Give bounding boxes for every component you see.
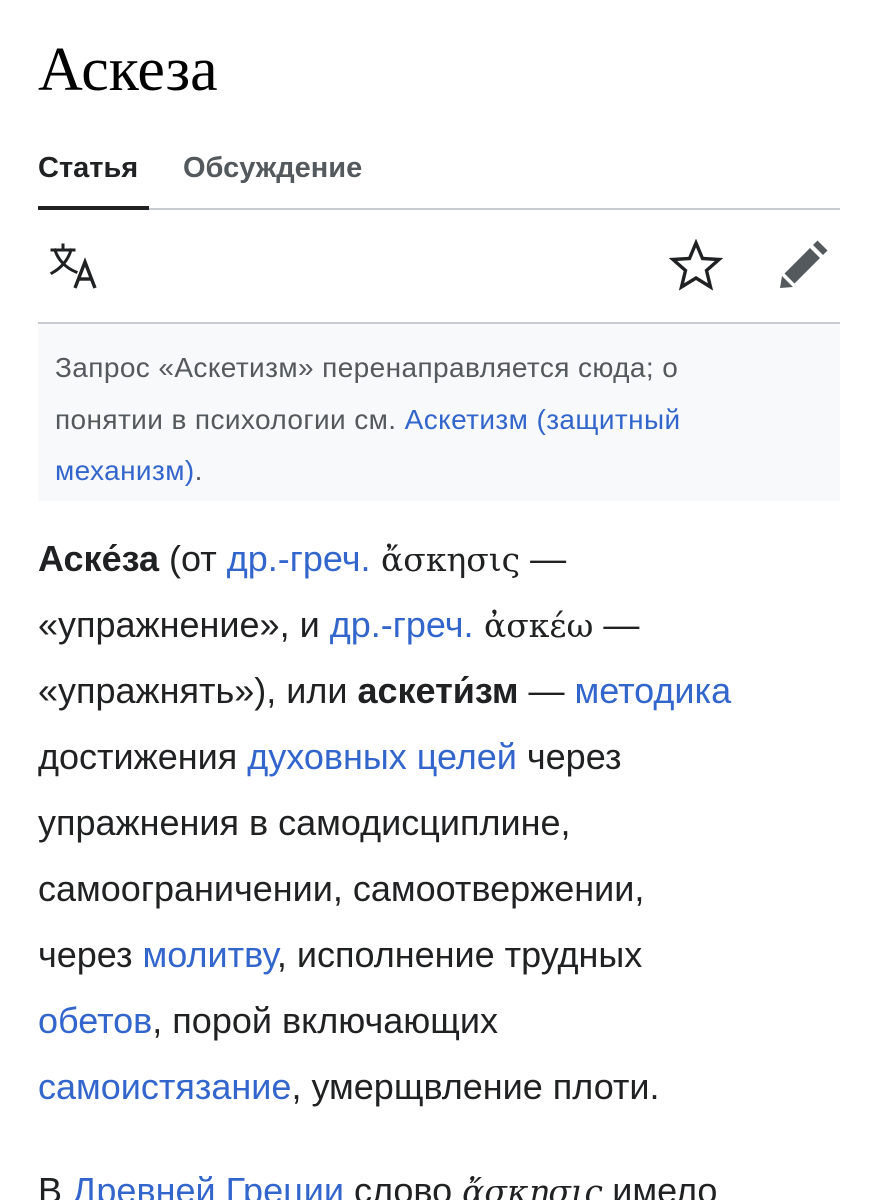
hatnote-line: понятии в психологии см. Аскетизм (защит… — [55, 394, 824, 446]
article-second-paragraph: В Древней Греции слово ἄσκησις имело — [38, 1158, 840, 1200]
text: «упражнять»), или — [38, 670, 358, 711]
greek-word: ἄσκησις — [462, 1172, 603, 1200]
hatnote-period: . — [194, 455, 203, 486]
paragraph-line: «упражнение», и др.-греч. ἀσκέω — — [38, 592, 840, 658]
text: через — [38, 934, 143, 975]
star-icon — [669, 239, 723, 291]
language-icon — [49, 243, 97, 289]
tab-article[interactable]: Статья — [38, 146, 149, 210]
tab-talk[interactable]: Обсуждение — [183, 146, 362, 208]
link-prayer[interactable]: молитву — [143, 934, 277, 975]
link-ancient-greek[interactable]: др.-греч. — [227, 538, 371, 579]
text: — — [518, 670, 575, 711]
article-lead-paragraph: Аске́за (от др.-греч. ἄσκησις — «упражне… — [38, 526, 840, 1120]
language-button[interactable] — [46, 238, 102, 294]
text: «упражнение», и — [38, 604, 330, 645]
page-title: Аскеза — [38, 36, 218, 104]
text: имело — [602, 1170, 718, 1200]
text: (от — [159, 538, 227, 579]
text: через — [516, 736, 622, 777]
term-askeza: Аске́за — [38, 538, 160, 579]
greek-word: ἄσκησις — [370, 540, 521, 579]
greek-word: ἀσκέω — [473, 606, 594, 645]
hatnote-line: Запрос «Аскетизм» перенаправляется сюда;… — [55, 352, 679, 383]
link-spiritual-goals[interactable]: духовных целей — [247, 736, 517, 777]
page-actions-toolbar — [38, 210, 840, 324]
pencil-icon — [780, 240, 828, 288]
link-vows[interactable]: обетов — [38, 1000, 152, 1041]
link-metodika[interactable]: методика — [575, 670, 732, 711]
page-tabs: Статья Обсуждение — [38, 146, 840, 210]
watch-button[interactable] — [668, 238, 724, 294]
hatnote-line: механизм). — [55, 445, 824, 497]
paragraph-line: самоограничении, самоотвержении, — [38, 868, 645, 909]
paragraph-line: через молитву, исполнение трудных — [38, 922, 840, 988]
link-ancient-greece[interactable]: Древней Греции — [72, 1170, 344, 1200]
text: В — [38, 1170, 73, 1200]
term-asketizm: аскети́зм — [357, 670, 519, 711]
link-askeza-defense-mechanism[interactable]: Аскетизм (защитный — [405, 404, 681, 435]
link-askeza-defense-mechanism-cont[interactable]: механизм) — [55, 455, 195, 486]
redirect-hatnote: Запрос «Аскетизм» перенаправляется сюда;… — [38, 324, 840, 501]
link-self-torture[interactable]: самоистязание — [38, 1066, 291, 1107]
text: — — [520, 538, 567, 579]
edit-button[interactable] — [774, 238, 830, 294]
link-ancient-greek[interactable]: др.-греч. — [330, 604, 474, 645]
text: достижения — [38, 736, 248, 777]
paragraph-line: упражнения в самодисциплине, — [38, 802, 571, 843]
text: , исполнение трудных — [276, 934, 643, 975]
paragraph-line: самоистязание, умерщвление плоти. — [38, 1054, 840, 1120]
paragraph-line: «упражнять»), или аскети́зм — методика — [38, 658, 840, 724]
text: — — [593, 604, 640, 645]
text: слово — [343, 1170, 463, 1200]
text: , порой включающих — [152, 1000, 498, 1041]
paragraph-line: Аске́за (от др.-греч. ἄσκησις — — [38, 526, 840, 592]
text: , умерщвление плоти. — [291, 1066, 660, 1107]
paragraph-line: достижения духовных целей через — [38, 724, 840, 790]
hatnote-text: понятии в психологии см. — [55, 403, 405, 435]
paragraph-line: обетов, порой включающих — [38, 988, 840, 1054]
